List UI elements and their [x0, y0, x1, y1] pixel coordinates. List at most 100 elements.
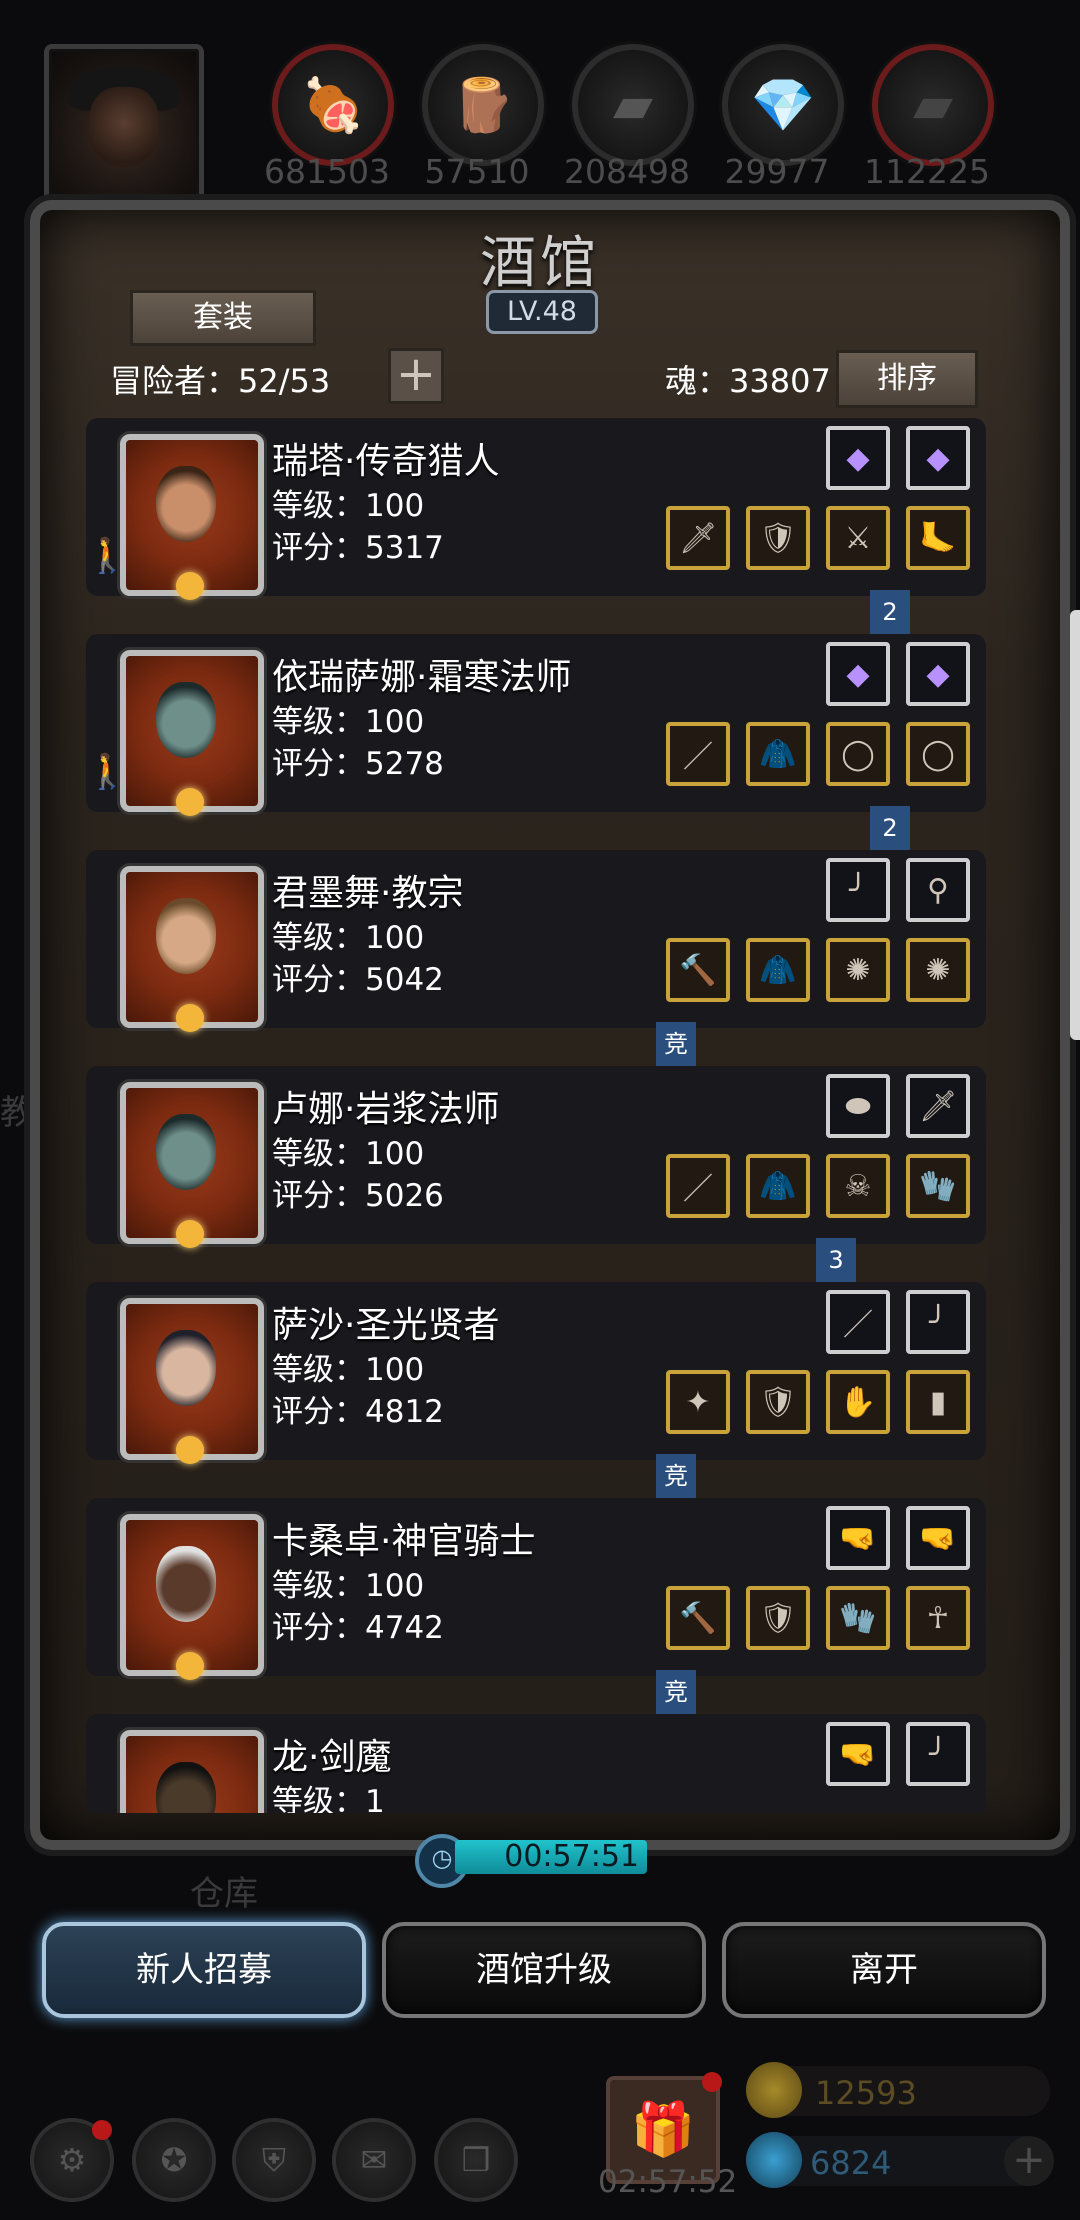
adventurer-score: 评分：5042 — [272, 962, 444, 998]
iron-count: 208498 — [564, 152, 690, 191]
equipment-slot-icon[interactable]: 🛡 — [746, 1586, 810, 1650]
equipment-slot-icon[interactable]: ☥ — [906, 1586, 970, 1650]
portrait-face — [156, 1762, 216, 1813]
equipment-slot-icon[interactable]: ✦ — [666, 1370, 730, 1434]
equipment-slot-icon[interactable]: 🔨 — [666, 938, 730, 1002]
accessory-slot-icon[interactable]: ⚲ — [906, 858, 970, 922]
recruit-button[interactable]: 新人招募 — [42, 1922, 366, 2018]
equipment-slot-icon[interactable]: 🛡 — [746, 506, 810, 570]
adventurer-card[interactable]: 龙·剑魔 等级：1 🤜 ╯ — [86, 1714, 986, 1813]
suit-button[interactable]: 套装 — [130, 290, 316, 346]
gem-slot-icon[interactable]: ◆ — [826, 642, 890, 706]
adventurer-portrait[interactable] — [120, 1298, 264, 1464]
moon-icon — [176, 788, 204, 816]
gift-notification-dot — [702, 2072, 722, 2092]
moon-icon — [176, 1220, 204, 1248]
tavern-title: 酒馆 — [480, 231, 600, 296]
avatar-face — [89, 87, 159, 167]
adventurer-name: 卡桑卓·神官骑士 — [272, 1521, 536, 1562]
adventurer-portrait[interactable] — [120, 1730, 264, 1813]
adventurer-portrait[interactable] — [120, 650, 264, 816]
settings-gear-icon[interactable]: ⚙ — [30, 2118, 114, 2202]
crystal-icon[interactable]: 💎 — [722, 44, 844, 166]
timer-value: 00:57:51 — [455, 1840, 647, 1874]
star-icon[interactable]: ✪ — [132, 2118, 216, 2202]
accessory-slot-icon[interactable]: 🤜 — [826, 1506, 890, 1570]
equipment-slot-icon[interactable]: ✺ — [906, 938, 970, 1002]
adventurer-level: 等级：1 — [272, 1784, 385, 1813]
equipment-slot-icon[interactable]: 🧤 — [906, 1154, 970, 1218]
box-icon[interactable]: ❒ — [434, 2118, 518, 2202]
portrait-face — [156, 1330, 216, 1406]
side-drawer-handle[interactable] — [1070, 610, 1080, 1040]
wood-icon[interactable]: 🪵 — [422, 44, 544, 166]
adventurer-card[interactable]: 萨沙·圣光贤者 等级：100 评分：4812 ／ ╯ ✦ 🛡 ✋ ▮ — [86, 1282, 986, 1464]
equipment-slot-icon[interactable]: ▮ — [906, 1370, 970, 1434]
equipment-slot-icon[interactable]: ◯ — [826, 722, 890, 786]
accessory-slot-icon[interactable]: 🤜 — [826, 1722, 890, 1786]
adventurer-card[interactable]: 卢娜·岩浆法师 等级：100 评分：5026 ⬬ 🗡 ／ 🧥 ☠ 🧤 — [86, 1066, 986, 1248]
adventurer-portrait[interactable] — [120, 1514, 264, 1680]
iron-icon[interactable]: ▰ — [572, 44, 694, 166]
adventurer-level: 等级：100 — [272, 920, 425, 956]
notification-dot — [92, 2120, 112, 2140]
meat-icon[interactable]: 🍖 — [272, 44, 394, 166]
equipment-slot-icon[interactable]: 🧤 — [826, 1586, 890, 1650]
equipment-slot-icon[interactable]: ⚔ — [826, 506, 890, 570]
accessory-slot-icon[interactable]: ⬬ — [826, 1074, 890, 1138]
adventurer-portrait[interactable] — [120, 434, 264, 600]
equipment-slot-icon[interactable]: 🦶 — [906, 506, 970, 570]
adventurer-card[interactable]: 君墨舞·教宗 等级：100 评分：5042 ╯ ⚲ 🔨 🧥 ✺ ✺ — [86, 850, 986, 1032]
add-currency-button[interactable]: + — [1004, 2136, 1054, 2186]
equipment-slot-icon[interactable]: ✋ — [826, 1370, 890, 1434]
gem-icon — [746, 2132, 802, 2188]
adventurer-card[interactable]: 瑞塔·传奇猎人 等级：100 评分：5317 ◆ ◆ 🗡 🛡 ⚔ 🦶 🚶 — [86, 418, 986, 600]
accessory-slot-icon[interactable]: ／ — [826, 1290, 890, 1354]
accessory-slot-icon[interactable]: 🤜 — [906, 1506, 970, 1570]
stone-icon[interactable]: ▰ — [872, 44, 994, 166]
equipment-slot-icon[interactable]: ☠ — [826, 1154, 890, 1218]
portrait-face — [156, 1114, 216, 1190]
shield-icon[interactable]: ⛨ — [232, 2118, 316, 2202]
add-adventurer-slot-button[interactable]: + — [388, 348, 444, 404]
adventurer-card[interactable]: 依瑞萨娜·霜寒法师 等级：100 评分：5278 ◆ ◆ ／ 🧥 ◯ ◯ 🚶 — [86, 634, 986, 816]
moon-icon — [176, 572, 204, 600]
sort-button[interactable]: 排序 — [836, 350, 978, 408]
gold-coin-icon — [746, 2062, 802, 2118]
accessory-slot-icon[interactable]: ╯ — [906, 1290, 970, 1354]
equipment-slot-icon[interactable]: 🔨 — [666, 1586, 730, 1650]
equipment-slot-icon[interactable]: ／ — [666, 722, 730, 786]
wood-count: 57510 — [424, 152, 530, 191]
accessory-slot-icon[interactable]: ╯ — [826, 858, 890, 922]
adventurer-level: 等级：100 — [272, 1136, 425, 1172]
equipment-slot-icon[interactable]: ／ — [666, 1154, 730, 1218]
person-icon: 🚶 — [86, 752, 129, 792]
leave-button[interactable]: 离开 — [722, 1922, 1046, 2018]
adventurer-list[interactable]: 瑞塔·传奇猎人 等级：100 评分：5317 ◆ ◆ 🗡 🛡 ⚔ 🦶 🚶 2 依瑞萨娜·霜寒法师 等级：… — [86, 418, 986, 1813]
adventurer-level: 等级：100 — [272, 1568, 425, 1604]
equipment-slot-icon[interactable]: ✺ — [826, 938, 890, 1002]
upgrade-tavern-button[interactable]: 酒馆升级 — [382, 1922, 706, 2018]
equipment-slot-icon[interactable]: 🧥 — [746, 722, 810, 786]
gem-slot-icon[interactable]: ◆ — [906, 426, 970, 490]
adventurer-card[interactable]: 卡桑卓·神官骑士 等级：100 评分：4742 🤜 🤜 🔨 🛡 🧤 ☥ — [86, 1498, 986, 1680]
soul-count: 魂：33807 — [665, 362, 831, 400]
gem-slot-icon[interactable]: ◆ — [826, 426, 890, 490]
equipment-slot-icon[interactable]: 🛡 — [746, 1370, 810, 1434]
equipment-slot-icon[interactable]: 🧥 — [746, 1154, 810, 1218]
accessory-slot-icon[interactable]: ╯ — [906, 1722, 970, 1786]
equipment-slot-icon[interactable]: ◯ — [906, 722, 970, 786]
player-avatar[interactable] — [44, 44, 204, 204]
equipment-slot-icon[interactable]: 🗡 — [666, 506, 730, 570]
adventurer-portrait[interactable] — [120, 1082, 264, 1248]
mail-icon[interactable]: ✉ — [332, 2118, 416, 2202]
gem-amount: 6824 — [810, 2144, 892, 2182]
stone-count: 112225 — [864, 152, 990, 191]
meat-count: 681503 — [264, 152, 390, 191]
accessory-slot-icon[interactable]: 🗡 — [906, 1074, 970, 1138]
equipment-slot-icon[interactable]: 🧥 — [746, 938, 810, 1002]
gift-timer: 02:57:52 — [598, 2164, 738, 2200]
adventurer-count: 冒险者：52/53 — [110, 362, 331, 400]
gem-slot-icon[interactable]: ◆ — [906, 642, 970, 706]
adventurer-portrait[interactable] — [120, 866, 264, 1032]
